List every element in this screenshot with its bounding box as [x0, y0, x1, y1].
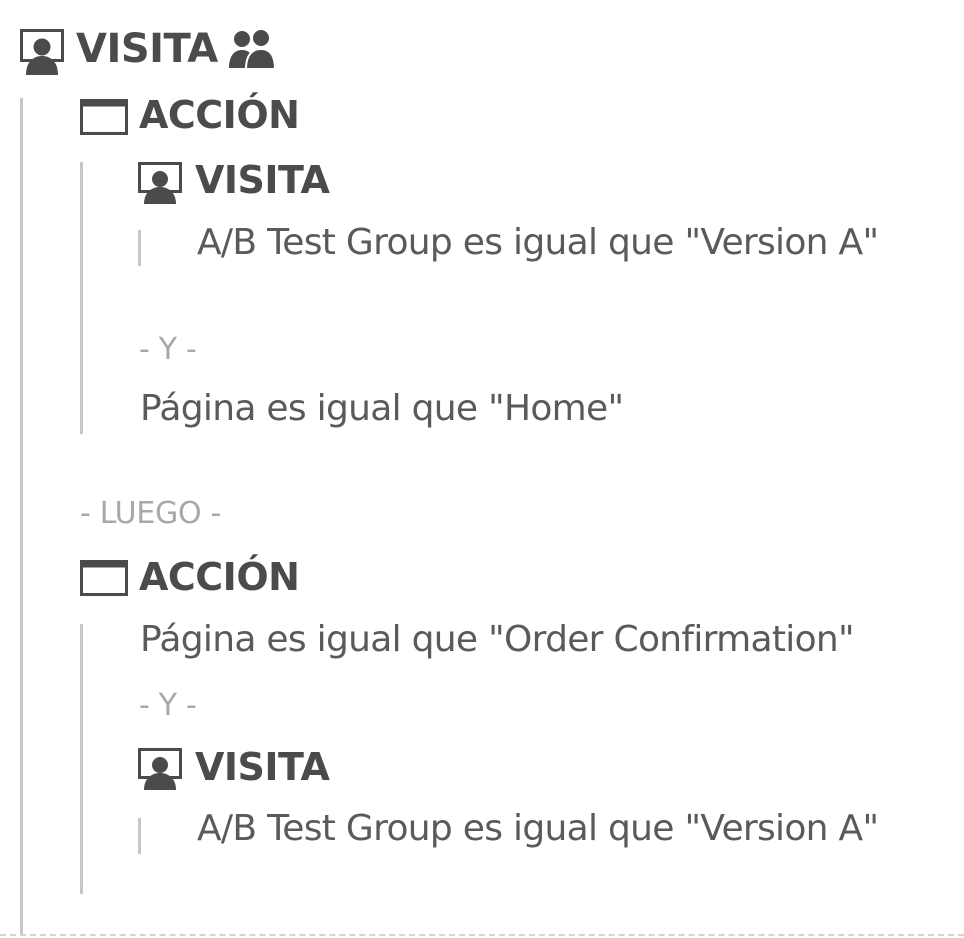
- condition-ab-test-group[interactable]: A/B Test Group es igual que "Version A": [197, 222, 879, 263]
- and-operator: - Y -: [139, 332, 197, 367]
- root-visit-label: VISITA: [76, 26, 218, 72]
- inner-visit-1-label: VISITA: [195, 158, 330, 202]
- hit-container-icon: [80, 99, 128, 135]
- inner-visit-2-label: VISITA: [195, 745, 330, 789]
- root-container-rule: [20, 98, 23, 934]
- hit-container-1-label: ACCIÓN: [139, 93, 300, 137]
- then-operator: - LUEGO -: [80, 496, 222, 531]
- hit-container-1-rule: [80, 162, 83, 434]
- visit-icon: [138, 162, 182, 204]
- visit-icon: [138, 748, 182, 790]
- visit-icon: [20, 29, 64, 75]
- people-icon: [229, 28, 276, 70]
- hit-container-2-rule: [80, 624, 83, 894]
- and-operator: - Y -: [139, 688, 197, 723]
- hit-container-2-label: ACCIÓN: [139, 555, 300, 599]
- condition-ab-test-group[interactable]: A/B Test Group es igual que "Version A": [197, 808, 879, 849]
- hit-container-icon: [80, 560, 128, 596]
- inner-visit-1-rule: [138, 230, 141, 266]
- inner-visit-2-rule: [138, 818, 141, 854]
- condition-page-order-confirmation[interactable]: Página es igual que "Order Confirmation": [140, 619, 855, 660]
- bottom-divider: [0, 934, 964, 936]
- condition-page-home[interactable]: Página es igual que "Home": [140, 388, 624, 429]
